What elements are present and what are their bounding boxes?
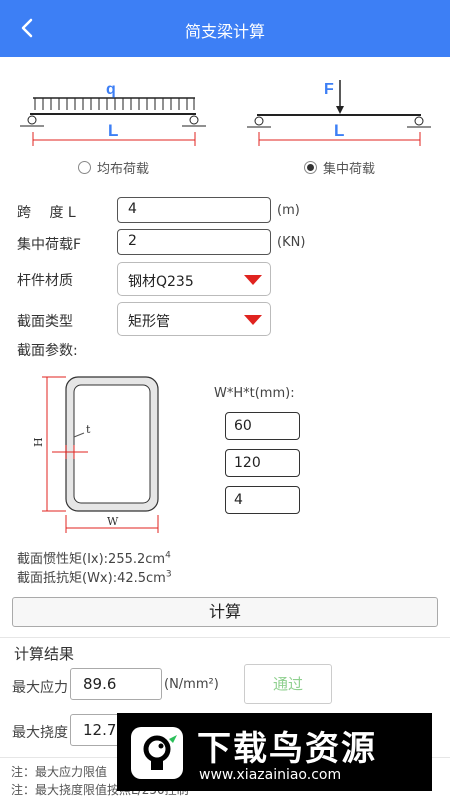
watermark-title: 下载鸟资源 bbox=[197, 729, 377, 769]
dropdown-arrow-icon bbox=[244, 315, 262, 325]
radio-label: 均布荷载 bbox=[97, 162, 150, 177]
width-dim-label: W bbox=[107, 515, 119, 528]
radio-point-load[interactable]: 集中荷载 bbox=[304, 158, 375, 177]
height-dim-label: H bbox=[32, 437, 45, 447]
max-stress-label: 最大应力 bbox=[12, 680, 68, 696]
load-diagrams: q L F L bbox=[20, 80, 431, 146]
section-type-select[interactable]: 矩形管 bbox=[117, 302, 271, 336]
width-input[interactable]: 60 bbox=[225, 412, 300, 440]
uniform-load-diagram: q L bbox=[20, 81, 206, 146]
section-params-label: 截面参数: bbox=[17, 343, 78, 359]
height-input[interactable]: 120 bbox=[225, 449, 300, 477]
results-title: 计算结果 bbox=[14, 645, 75, 663]
page-title: 简支梁计算 bbox=[184, 22, 265, 41]
divider bbox=[0, 637, 450, 638]
note-stress-limit: 注：最大应力限值 bbox=[11, 765, 108, 779]
max-stress-unit: (N/mm²) bbox=[164, 677, 219, 692]
watermark-banner: 下载鸟资源 www.xiazainiao.com bbox=[117, 713, 432, 791]
app-header: 简支梁计算 bbox=[0, 0, 450, 57]
inertia-moment-text: 截面惯性矩(Ix):255.2cm4 bbox=[17, 550, 171, 567]
watermark-url: www.xiazainiao.com bbox=[199, 767, 342, 783]
point-span-label: L bbox=[334, 121, 344, 140]
radio-label: 集中荷载 bbox=[323, 162, 376, 177]
section-modulus-text: 截面抵抗矩(Wx):42.5cm3 bbox=[17, 569, 172, 586]
max-stress-value: 89.6 bbox=[70, 668, 162, 700]
section-type-label: 截面类型 bbox=[17, 314, 73, 330]
dims-title: W*H*t(mm): bbox=[214, 386, 295, 401]
max-deflection-label: 最大挠度 bbox=[12, 725, 68, 741]
thickness-input[interactable]: 4 bbox=[225, 486, 300, 514]
span-unit: (m) bbox=[277, 203, 300, 218]
pass-status-button[interactable]: 通过 bbox=[244, 664, 332, 704]
bird-logo-icon bbox=[131, 727, 183, 779]
section-type-value: 矩形管 bbox=[128, 314, 170, 330]
span-input[interactable]: 4 bbox=[117, 197, 271, 223]
uniform-span-label: L bbox=[108, 121, 118, 140]
rect-tube-section-figure: H t W bbox=[32, 376, 159, 533]
span-label: 跨 度 L bbox=[17, 205, 76, 221]
point-load-input[interactable]: 2 bbox=[117, 229, 271, 255]
uniform-load-label: q bbox=[106, 81, 116, 98]
radio-uniform-load[interactable]: 均布荷载 bbox=[78, 158, 149, 177]
point-load-unit: (KN) bbox=[277, 235, 306, 250]
radio-button-selected[interactable] bbox=[304, 161, 317, 174]
material-value: 钢材Q235 bbox=[128, 274, 194, 290]
radio-button[interactable] bbox=[78, 161, 91, 174]
point-load-label: 集中荷载F bbox=[17, 237, 82, 253]
dropdown-arrow-icon bbox=[244, 275, 262, 285]
calculate-button[interactable]: 计算 bbox=[12, 597, 438, 627]
point-load-diagram: F L bbox=[247, 80, 431, 146]
thickness-dim-label: t bbox=[86, 423, 91, 436]
material-label: 杆件材质 bbox=[17, 273, 73, 289]
point-load-label: F bbox=[324, 81, 334, 98]
material-select[interactable]: 钢材Q235 bbox=[117, 262, 271, 296]
